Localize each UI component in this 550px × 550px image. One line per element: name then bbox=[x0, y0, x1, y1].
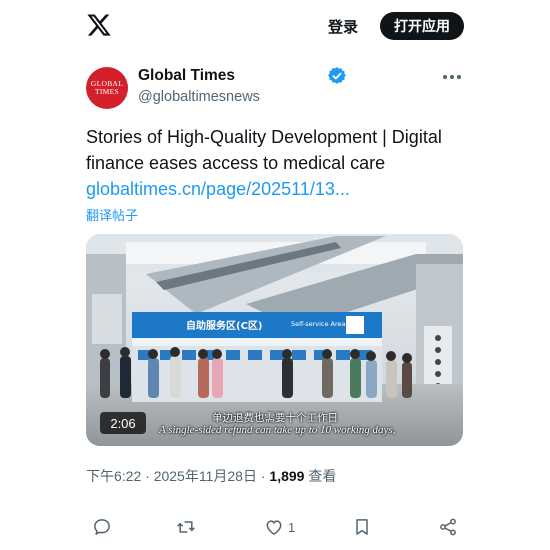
bookmark-icon bbox=[356, 519, 368, 535]
tweet-time[interactable]: 下午6:22 bbox=[86, 468, 141, 484]
bookmark-button[interactable] bbox=[352, 516, 372, 538]
action-bar: 1 bbox=[86, 514, 466, 540]
repost-button[interactable] bbox=[176, 516, 196, 538]
video-subtitle-cn: 单边退费也需要十个工作日 bbox=[212, 412, 338, 424]
open-app-button[interactable]: 打开应用 bbox=[380, 12, 464, 40]
reply-button[interactable] bbox=[92, 516, 112, 538]
reply-icon bbox=[94, 519, 110, 535]
tweet-text: Stories of High-Quality Development | Di… bbox=[86, 127, 442, 173]
avatar-text-line2: TIMES bbox=[95, 87, 119, 96]
author-handle[interactable]: @globaltimesnews bbox=[138, 89, 260, 105]
top-bar: 登录 打开应用 bbox=[0, 0, 550, 52]
avatar[interactable]: GLOBAL TIMES bbox=[86, 67, 128, 109]
translate-post-link[interactable]: 翻译帖子 bbox=[86, 205, 138, 224]
more-options-icon[interactable] bbox=[442, 72, 462, 82]
share-icon bbox=[440, 518, 456, 536]
video-duration-badge: 2:06 bbox=[100, 412, 146, 434]
meta-separator: · bbox=[145, 468, 154, 484]
views-label: 查看 bbox=[308, 468, 337, 484]
like-button[interactable]: 1 bbox=[264, 516, 295, 538]
sign-subtitle: Self-service Area bbox=[291, 320, 346, 328]
author-name[interactable]: Global Times bbox=[138, 67, 235, 85]
tweet-meta: 下午6:22 · 2025年11月28日 · 1,899 查看 bbox=[86, 466, 336, 486]
x-logo-icon[interactable] bbox=[86, 12, 112, 38]
video-subtitle-en: A single-sided refund can take up to 10 … bbox=[159, 424, 396, 436]
login-link[interactable]: 登录 bbox=[328, 16, 358, 37]
heart-icon bbox=[266, 520, 282, 535]
tweet-date[interactable]: 2025年11月28日 bbox=[154, 468, 257, 484]
tweet-author: GLOBAL TIMES Global Times @globaltimesne… bbox=[86, 64, 466, 112]
tweet-link[interactable]: globaltimes.cn/page/202511/13... bbox=[86, 176, 350, 202]
like-count: 1 bbox=[288, 519, 296, 535]
views-count: 1,899 bbox=[269, 468, 305, 484]
share-button[interactable] bbox=[438, 516, 458, 538]
repost-icon bbox=[177, 521, 195, 533]
verified-badge-icon bbox=[328, 67, 346, 84]
sign-title: 自助服务区(C区) bbox=[186, 319, 262, 332]
